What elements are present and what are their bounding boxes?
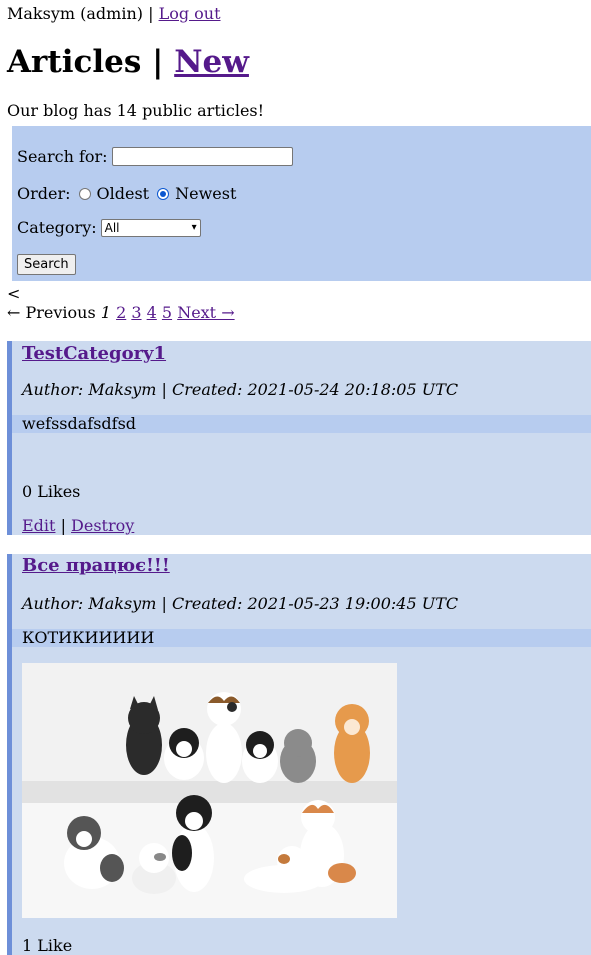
user-bar: Maksym (admin) | Log out: [7, 5, 221, 23]
article-body: КОТИКИИИИИ: [12, 629, 591, 647]
destroy-link[interactable]: Destroy: [71, 516, 134, 535]
article-card: TestCategory1 Author: Maksym | Created: …: [7, 341, 591, 535]
article-actions: Edit | Destroy: [22, 517, 134, 535]
search-button[interactable]: Search: [17, 254, 76, 275]
page-link-4[interactable]: 4: [147, 303, 157, 322]
kitten-top-5: [280, 729, 316, 783]
article-meta: Author: Maksym | Created: 2021-05-23 19:…: [22, 594, 459, 613]
order-newest-radio[interactable]: [157, 188, 170, 200]
search-input[interactable]: [111, 147, 293, 166]
category-label: Category:: [17, 218, 97, 237]
search-row: Search for:: [17, 147, 293, 166]
previous-page-disabled: ← Previous: [7, 303, 96, 322]
title-separator: |: [152, 44, 164, 80]
article-card: Все працює!!! Author: Maksym | Created: …: [7, 554, 591, 955]
search-label: Search for:: [17, 146, 108, 166]
kitten-top-6: [334, 704, 370, 783]
order-label: Order:: [17, 184, 71, 203]
article-likes: 1 Like: [22, 936, 73, 955]
kittens-image: [22, 663, 397, 918]
page-link-3[interactable]: 3: [131, 303, 141, 322]
order-oldest-radio[interactable]: [78, 188, 91, 200]
page-link-2[interactable]: 2: [116, 303, 126, 322]
article-meta: Author: Maksym | Created: 2021-05-24 20:…: [22, 380, 459, 399]
kitten-top-1: [126, 696, 162, 775]
next-page-link[interactable]: Next →: [177, 303, 234, 322]
edit-link[interactable]: Edit: [22, 516, 55, 535]
actions-separator: |: [60, 516, 66, 535]
page-title: Articles | New: [7, 44, 249, 80]
new-article-link[interactable]: New: [174, 44, 249, 80]
user-separator: |: [148, 4, 154, 23]
article-body: wefssdafsdfsd: [12, 415, 591, 433]
kitten-top-3: [206, 692, 242, 783]
article-title-link[interactable]: Все працює!!!: [22, 555, 170, 577]
stray-text: <: [7, 284, 21, 303]
article-likes: 0 Likes: [22, 482, 81, 501]
user-name: Maksym (admin): [7, 4, 143, 23]
category-row: Category: All ▾: [17, 219, 201, 237]
search-form: Search for: Order: Oldest Newest Categor…: [12, 126, 591, 281]
article-title-link[interactable]: TestCategory1: [22, 343, 166, 365]
article-count-text: Our blog has 14 public articles!: [7, 101, 265, 120]
page-title-text: Articles: [7, 44, 142, 80]
kitten-bottom-3: [172, 795, 214, 892]
order-oldest-label: Oldest: [96, 184, 150, 203]
current-page: 1: [100, 303, 111, 322]
category-selected-value: All: [104, 221, 120, 235]
category-select[interactable]: All ▾: [100, 219, 201, 237]
order-newest-label: Newest: [175, 184, 237, 203]
page-link-5[interactable]: 5: [162, 303, 172, 322]
order-row: Order: Oldest Newest: [17, 185, 236, 203]
pagination: ← Previous 1 2 3 4 5 Next →: [7, 304, 235, 322]
logout-link[interactable]: Log out: [159, 4, 221, 23]
submit-row: Search: [17, 254, 76, 275]
chevron-down-icon: ▾: [191, 222, 197, 233]
